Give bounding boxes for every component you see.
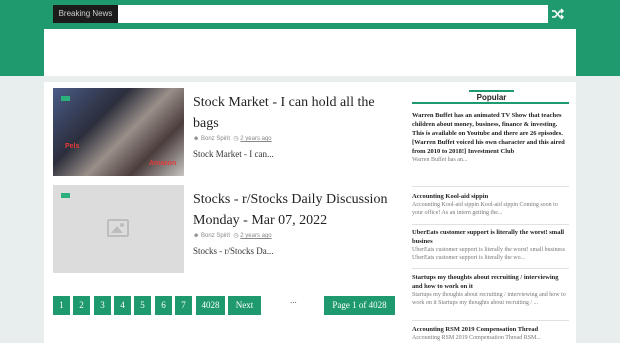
clock-icon: ◷: [233, 233, 239, 239]
next-page-button[interactable]: Next: [228, 296, 261, 315]
popular-item-excerpt: Startups my thoughts about recruiting / …: [412, 292, 566, 306]
image-placeholder-icon: [107, 219, 129, 237]
post-excerpt: Stock Market - I can...: [193, 149, 274, 159]
user-icon: ☻: [193, 136, 200, 142]
post-author[interactable]: Bonz Spirit: [201, 136, 230, 142]
popular-item-excerpt: Accounting Kool-aid sippin Kool-aid sipp…: [412, 202, 558, 216]
post-thumbnail[interactable]: Pelѕ Amazon: [53, 88, 184, 176]
popular-item: Warren Buffet has an animated TV Show th…: [412, 111, 569, 165]
popular-item-title[interactable]: Startups my thoughts about recruiting / …: [412, 273, 569, 291]
popular-item-excerpt: UberEats customer support is literally t…: [412, 247, 565, 261]
main-content: Pelѕ Amazon Stock Market - I can hold al…: [44, 82, 576, 343]
shuffle-icon: [552, 8, 565, 20]
page-button-last[interactable]: 4028: [196, 296, 225, 315]
post-author[interactable]: Bonz Spirit: [201, 233, 230, 239]
divider: [412, 186, 569, 187]
post-thumbnail[interactable]: [53, 185, 184, 273]
popular-item: UberEats customer support is literally t…: [412, 228, 569, 262]
page-button[interactable]: 7: [175, 296, 192, 315]
popular-item: Accounting Kool-aid sippin Accounting Ko…: [412, 192, 569, 217]
thumbnail-caption: Pelѕ: [65, 143, 80, 150]
divider: [412, 224, 569, 225]
post-title-link[interactable]: Stock Market - I can hold all the bags: [193, 92, 393, 134]
shuffle-button[interactable]: [548, 5, 567, 23]
header-area: [44, 29, 576, 76]
popular-item-title[interactable]: Accounting Kool-aid sippin: [412, 192, 569, 201]
clock-icon: ◷: [233, 136, 239, 142]
post-excerpt: Stocks - r/Stocks Da...: [193, 246, 274, 256]
page-button[interactable]: 2: [73, 296, 90, 315]
popular-heading: Popular: [469, 90, 514, 104]
page-button[interactable]: 5: [134, 296, 151, 315]
popular-item-excerpt: Accounting RSM 2019 Compensation Thread …: [412, 335, 541, 341]
post-time[interactable]: 2 years ago: [240, 233, 271, 239]
popular-item: Accounting RSM 2019 Compensation Thread …: [412, 325, 569, 343]
user-icon: ☻: [193, 233, 200, 239]
thumbnail-caption: Amazon: [149, 160, 177, 167]
post-title-link[interactable]: Stocks - r/Stocks Daily Discussion Monda…: [193, 189, 393, 231]
popular-item: Startups my thoughts about recruiting / …: [412, 273, 569, 307]
pagination-ellipsis: ...: [290, 295, 297, 305]
page-button[interactable]: 4: [114, 296, 131, 315]
divider: [412, 320, 569, 321]
page-count-indicator: Page 1 of 4028: [324, 296, 395, 315]
breaking-news-label: Breaking News: [53, 5, 118, 23]
breaking-news-bar: Breaking News: [53, 5, 567, 23]
popular-item-excerpt: Warren Buffet has an...: [412, 157, 468, 163]
page-button[interactable]: 3: [94, 296, 111, 315]
post-time[interactable]: 2 years ago: [240, 136, 271, 142]
page-button[interactable]: 6: [155, 296, 172, 315]
popular-item-title[interactable]: Accounting RSM 2019 Compensation Thread: [412, 325, 569, 334]
post-meta: ☻ Bonz Spirit ◷ 2 years ago: [193, 135, 272, 142]
post-meta: ☻ Bonz Spirit ◷ 2 years ago: [193, 232, 272, 239]
page-button[interactable]: 1: [53, 296, 70, 315]
label-tag: [61, 96, 70, 101]
popular-item-title[interactable]: UberEats customer support is literally t…: [412, 228, 569, 246]
popular-header: Popular: [412, 90, 569, 104]
label-tag: [61, 193, 70, 198]
divider: [412, 268, 569, 269]
popular-item-title[interactable]: Warren Buffet has an animated TV Show th…: [412, 111, 569, 156]
